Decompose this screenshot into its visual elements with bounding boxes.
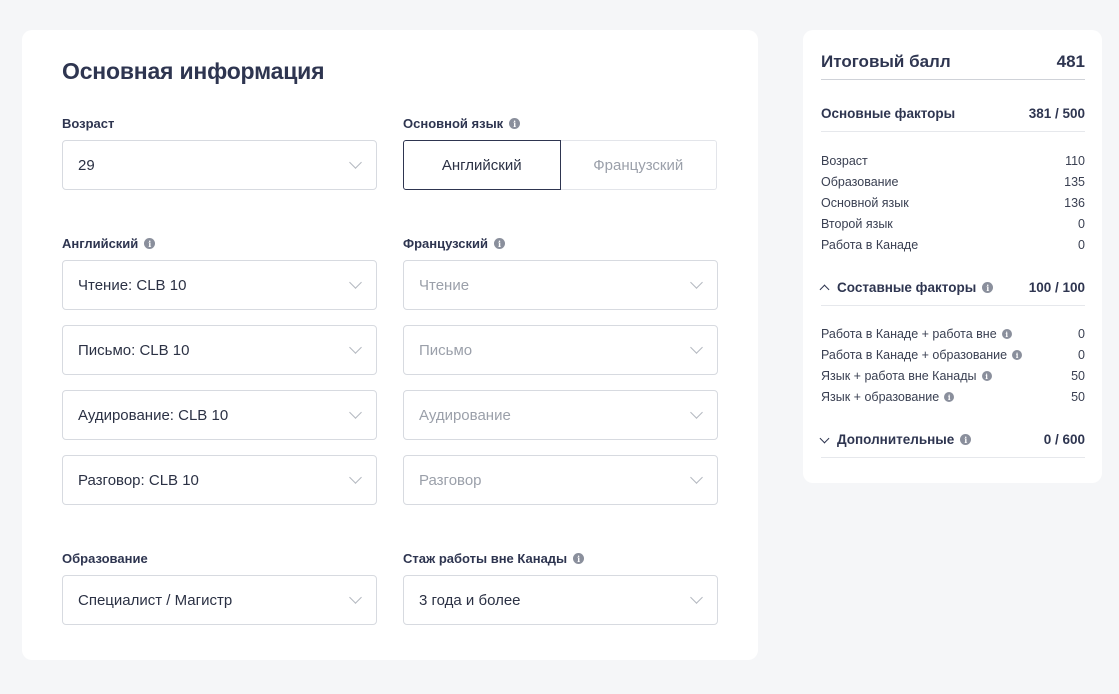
chevron-down-icon: [690, 471, 703, 484]
info-icon[interactable]: i: [494, 238, 506, 249]
chevron-down-icon: [349, 471, 362, 484]
primary-language-toggle: Английский Французский: [403, 140, 717, 190]
foreign-experience-select[interactable]: 3 года и более: [403, 575, 718, 625]
age-label: Возраст: [62, 116, 115, 131]
chevron-down-icon: [690, 341, 703, 354]
info-icon[interactable]: i: [981, 371, 992, 381]
chevron-up-icon: [819, 284, 830, 295]
age-select[interactable]: 29: [62, 140, 377, 190]
basic-info-card: Основная информация Возраст 29 Основной …: [22, 30, 758, 660]
transferability-header[interactable]: Составные факторы i 100 / 100: [819, 276, 1085, 306]
score-summary-card: Итоговый балл 481 Основные факторы 381 /…: [803, 30, 1102, 483]
chevron-down-icon: [349, 406, 362, 419]
french-label: Французский i: [403, 236, 506, 251]
transferability-item-row: Работа в Канаде + работа вне i 0: [821, 327, 1085, 341]
total-score-value: 481: [1056, 51, 1085, 71]
language-option-french[interactable]: Французский: [560, 140, 717, 190]
transferability-item-row: Работа в Канаде + образование i 0: [821, 348, 1085, 362]
info-icon[interactable]: i: [573, 553, 585, 564]
education-select[interactable]: Специалист / Магистр: [62, 575, 377, 625]
info-icon[interactable]: i: [1001, 329, 1012, 339]
chevron-down-icon: [819, 433, 830, 443]
transferability-item-row: Язык + работа вне Канады i 50: [821, 369, 1085, 383]
chevron-down-icon: [690, 276, 703, 289]
transferability-item-row: Язык + образование i 50: [821, 390, 1085, 404]
french-writing-select[interactable]: Письмо: [403, 325, 718, 375]
chevron-down-icon: [349, 341, 362, 354]
foreign-experience-label: Стаж работы вне Канады i: [403, 551, 585, 566]
total-score-row: Итоговый балл 481: [821, 50, 1085, 80]
language-option-english[interactable]: Английский: [403, 140, 561, 190]
info-icon[interactable]: i: [982, 282, 994, 293]
info-icon[interactable]: i: [944, 392, 955, 402]
info-icon[interactable]: i: [1012, 350, 1023, 360]
chevron-down-icon: [349, 591, 362, 604]
info-icon[interactable]: i: [509, 118, 521, 129]
info-icon[interactable]: i: [960, 434, 972, 445]
english-label: Английский i: [62, 236, 156, 251]
core-item-row: Второй язык 0: [821, 217, 1085, 231]
core-item-row: Образование 135: [821, 175, 1085, 189]
core-item-row: Возраст 110: [821, 154, 1085, 168]
french-listening-select[interactable]: Аудирование: [403, 390, 718, 440]
info-icon[interactable]: i: [144, 238, 156, 249]
english-reading-select[interactable]: Чтение: CLB 10: [62, 260, 377, 310]
chevron-down-icon: [690, 406, 703, 419]
english-writing-select[interactable]: Письмо: CLB 10: [62, 325, 377, 375]
chevron-down-icon: [690, 591, 703, 604]
chevron-down-icon: [349, 156, 362, 169]
primary-language-label: Основной язык i: [403, 116, 521, 131]
english-listening-select[interactable]: Аудирование: CLB 10: [62, 390, 377, 440]
total-score-label: Итоговый балл: [821, 51, 951, 71]
french-speaking-select[interactable]: Разговор: [403, 455, 718, 505]
education-label: Образование: [62, 551, 148, 566]
page-title: Основная информация: [62, 58, 325, 84]
additional-header[interactable]: Дополнительные i 0 / 600: [819, 428, 1085, 458]
english-speaking-select[interactable]: Разговор: CLB 10: [62, 455, 377, 505]
chevron-down-icon: [349, 276, 362, 289]
french-reading-select[interactable]: Чтение: [403, 260, 718, 310]
core-item-row: Основной язык 136: [821, 196, 1085, 210]
core-factors-header: Основные факторы 381 / 500: [821, 102, 1085, 132]
core-item-row: Работа в Канаде 0: [821, 238, 1085, 252]
